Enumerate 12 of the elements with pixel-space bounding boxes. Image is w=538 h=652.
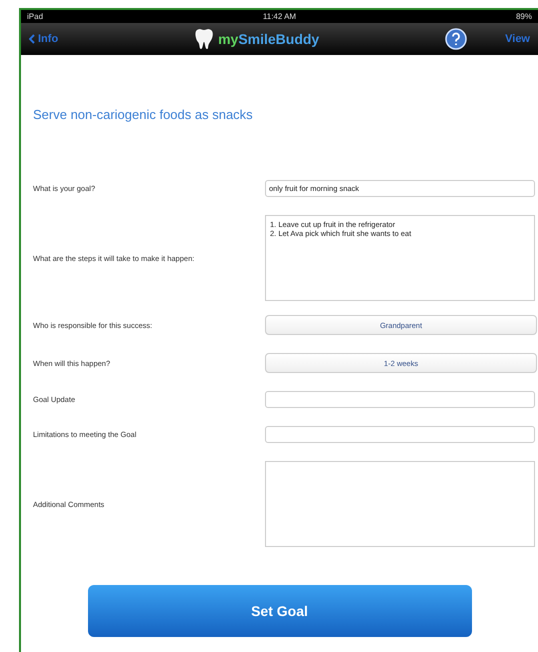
text-area[interactable]	[265, 461, 535, 547]
tooth-icon	[194, 28, 214, 50]
clock-text: 11:42 AM	[262, 12, 296, 21]
help-icon[interactable]	[445, 28, 468, 50]
text-field[interactable]	[265, 426, 535, 443]
goal-heading: Serve non-cariogenic foods as snacks	[33, 107, 254, 122]
chevron-left-icon	[29, 34, 35, 44]
text-field[interactable]	[265, 391, 535, 408]
battery-text: 89%	[516, 12, 532, 21]
set-goal-button[interactable]: Set Goal	[88, 585, 472, 637]
carrier-text: iPad	[27, 12, 44, 21]
app-logo: mySmileBuddy	[218, 31, 320, 47]
